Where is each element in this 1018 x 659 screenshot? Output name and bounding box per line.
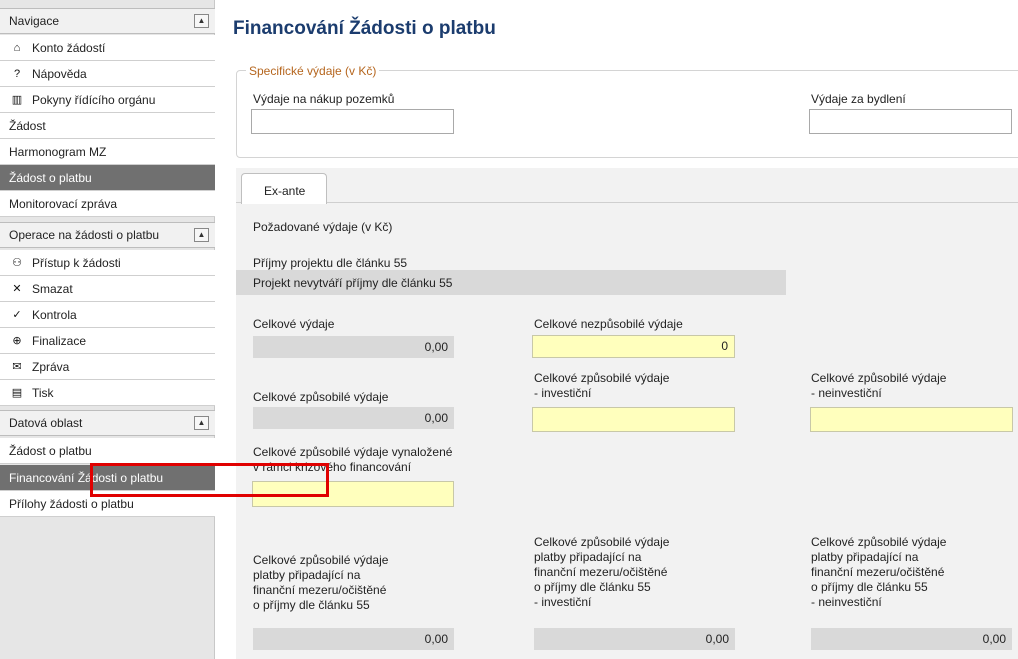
label-line: - investiční xyxy=(534,386,592,400)
sidebar-item-label: Monitorovací zpráva xyxy=(9,196,118,211)
total-expenses-label: Celkové výdaje xyxy=(253,317,335,331)
sidebar-item-label: Žádost o platbu xyxy=(9,443,92,458)
label-line: Celkové způsobilé výdaje xyxy=(811,535,947,549)
print-icon: ▤ xyxy=(11,387,23,399)
label-line: Celkové způsobilé výdaje xyxy=(534,535,670,549)
gap-noninvestment-value: 0,00 xyxy=(811,628,1012,650)
gap-investment-value: 0,00 xyxy=(534,628,735,650)
eligible-investment-label: Celkové způsobilé výdaje - investiční xyxy=(534,371,669,401)
label-line: platby připadající na xyxy=(811,550,919,564)
tab-ex-ante[interactable]: Ex-ante xyxy=(241,173,327,204)
collapse-data-area-button[interactable]: ▲ xyxy=(194,416,209,430)
label-line: finanční mezeru/očištěné xyxy=(253,583,387,597)
sidebar-item-napoveda[interactable]: ? Nápověda xyxy=(0,61,215,87)
home-icon: ⌂ xyxy=(13,41,21,54)
sidebar-item-label: Harmonogram MZ xyxy=(9,144,107,159)
sidebar-item-label: Finalizace xyxy=(32,333,87,348)
sidebar-item-kontrola[interactable]: ✓ Kontrola xyxy=(0,302,215,328)
requested-expenses-label: Požadované výdaje (v Kč) xyxy=(253,220,393,234)
lock-icon: ⊕ xyxy=(12,335,22,347)
sidebar: Navigace ▲ ⌂ Konto žádostí ? Nápověda ▥ … xyxy=(0,0,215,659)
sidebar-item-monitorovaci-zprava[interactable]: Monitorovací zpráva xyxy=(0,191,215,217)
label-line: Celkové způsobilé výdaje xyxy=(253,553,389,567)
gap-value: 0,00 xyxy=(253,628,454,650)
eligible-value: 0,00 xyxy=(253,407,454,429)
label-line: finanční mezeru/očištěné xyxy=(811,565,945,579)
tab-strip xyxy=(236,168,1018,203)
label-line: - neinvestiční xyxy=(811,595,882,609)
message-icon: ✉ xyxy=(12,361,22,373)
sidebar-item-tisk[interactable]: ▤ Tisk xyxy=(0,380,215,406)
sidebar-item-konto[interactable]: ⌂ Konto žádostí xyxy=(0,35,215,61)
sidebar-item-label: Žádost xyxy=(9,118,46,133)
sidebar-item-label: Kontrola xyxy=(32,307,77,322)
sidebar-item-zadost[interactable]: Žádost xyxy=(0,113,215,139)
label-line: Celkové způsobilé výdaje xyxy=(534,371,670,385)
access-icon: ⚇ xyxy=(12,257,22,269)
label-line: Celkové způsobilé výdaje vynaložené xyxy=(253,445,453,459)
ineligible-input[interactable]: 0 xyxy=(532,335,735,358)
operations-title: Operace na žádosti o platbu xyxy=(9,228,160,242)
sidebar-item-label: Konto žádostí xyxy=(32,40,106,55)
sidebar-item-label: Zpráva xyxy=(32,359,70,374)
label-line: Celkové způsobilé výdaje xyxy=(811,371,947,385)
sidebar-item-label: Pokyny řídícího orgánu xyxy=(32,92,156,107)
label-line: o příjmy dle článku 55 xyxy=(253,598,370,612)
land-purchase-label: Výdaje na nákup pozemků xyxy=(253,92,395,106)
label-line: finanční mezeru/očištěné xyxy=(534,565,668,579)
sidebar-item-label: Přístup k žádosti xyxy=(32,255,121,270)
sidebar-item-zadost-o-platbu[interactable]: Žádost o platbu xyxy=(0,165,215,191)
data-area-header[interactable]: Datová oblast ▲ xyxy=(0,410,215,436)
label-line: o příjmy dle článku 55 xyxy=(811,580,928,594)
delete-icon: ✕ xyxy=(12,283,22,295)
navigation-title: Navigace xyxy=(9,14,60,28)
help-icon: ? xyxy=(13,67,21,80)
sidebar-item-zprava[interactable]: ✉ Zpráva xyxy=(0,354,215,380)
collapse-operations-button[interactable]: ▲ xyxy=(194,228,209,242)
sidebar-item-label: Nápověda xyxy=(32,66,87,81)
highlight-annotation xyxy=(90,463,329,497)
housing-label: Výdaje za bydlení xyxy=(811,92,906,106)
eligible-noninvestment-label: Celkové způsobilé výdaje - neinvestiční xyxy=(811,371,946,401)
check-icon: ✓ xyxy=(12,309,22,321)
data-area-title: Datová oblast xyxy=(9,416,83,430)
total-expenses-value: 0,00 xyxy=(253,336,454,358)
specific-expenses-legend: Specifické výdaje (v Kč) xyxy=(246,64,380,78)
label-line: platby připadající na xyxy=(534,550,642,564)
label-line: o příjmy dle článku 55 xyxy=(534,580,651,594)
sidebar-item-pokyny[interactable]: ▥ Pokyny řídícího orgánu xyxy=(0,87,215,113)
navigation-header[interactable]: Navigace ▲ xyxy=(0,8,215,34)
income-value: Projekt nevytváří příjmy dle článku 55 xyxy=(253,276,453,290)
sidebar-item-finalizace[interactable]: ⊕ Finalizace xyxy=(0,328,215,354)
sidebar-item-pristup[interactable]: ⚇ Přístup k žádosti xyxy=(0,250,215,276)
sidebar-item-data-zadost-o-platbu[interactable]: Žádost o platbu xyxy=(0,438,215,464)
label-line: - neinvestiční xyxy=(811,386,882,400)
operations-header[interactable]: Operace na žádosti o platbu ▲ xyxy=(0,222,215,248)
sidebar-item-label: Smazat xyxy=(32,281,73,296)
page-title: Financování Žádosti o platbu xyxy=(233,18,496,39)
sidebar-item-harmonogram[interactable]: Harmonogram MZ xyxy=(0,139,215,165)
label-line: - investiční xyxy=(534,595,592,609)
eligible-noninvestment-input[interactable] xyxy=(810,407,1013,432)
sidebar-item-label: Žádost o platbu xyxy=(9,170,92,185)
gap-investment-label: Celkové způsobilé výdaje platby připadaj… xyxy=(534,535,669,610)
income-label: Příjmy projektu dle článku 55 xyxy=(253,256,408,270)
gap-noninvestment-label: Celkové způsobilé výdaje platby připadaj… xyxy=(811,535,946,610)
eligible-investment-input[interactable] xyxy=(532,407,735,432)
eligible-label: Celkové způsobilé výdaje xyxy=(253,390,389,404)
ineligible-label: Celkové nezpůsobilé výdaje xyxy=(534,317,683,331)
label-line: platby připadající na xyxy=(253,568,361,582)
sidebar-item-smazat[interactable]: ✕ Smazat xyxy=(0,276,215,302)
sidebar-item-label: Tisk xyxy=(32,385,54,400)
housing-input[interactable] xyxy=(809,109,1012,134)
land-purchase-input[interactable] xyxy=(251,109,454,134)
book-icon: ▥ xyxy=(11,94,23,106)
gap-label: Celkové způsobilé výdaje platby připadaj… xyxy=(253,553,388,613)
collapse-navigation-button[interactable]: ▲ xyxy=(194,14,209,28)
sidebar-item-label: Přílohy žádosti o platbu xyxy=(9,496,134,511)
tab-ex-ante-label: Ex-ante xyxy=(264,184,306,198)
